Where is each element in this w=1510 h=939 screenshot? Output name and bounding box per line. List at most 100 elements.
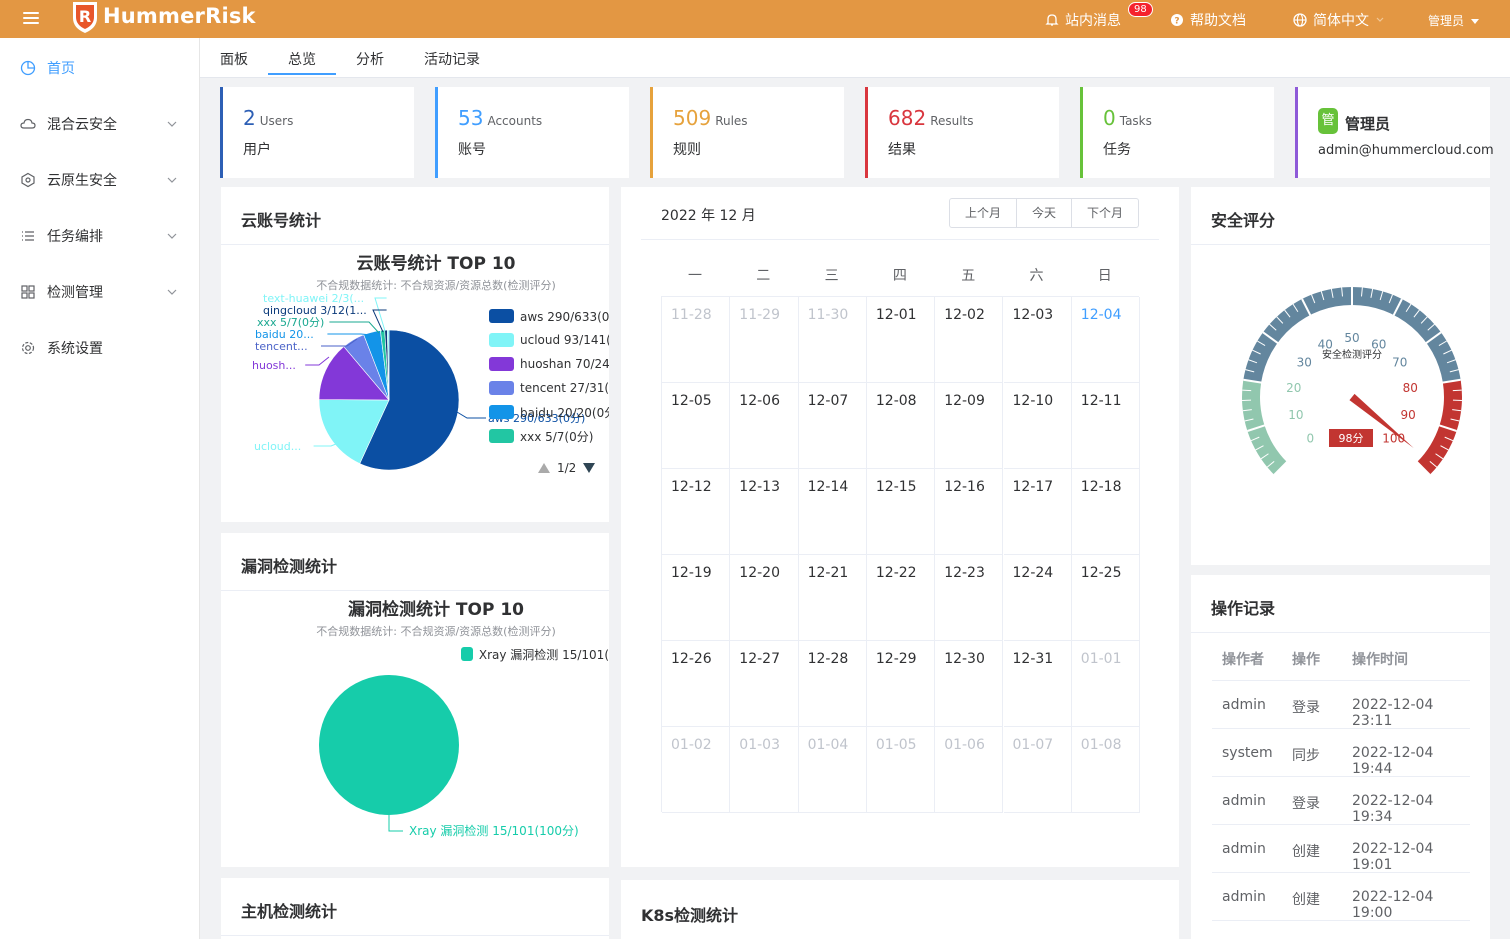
calendar-day[interactable]: 12-28 (798, 641, 867, 727)
calendar-day[interactable]: 12-05 (662, 383, 731, 469)
calendar-day[interactable]: 01-05 (866, 727, 936, 813)
stat-card-rules[interactable]: 509 Rules 规则 (650, 87, 844, 178)
calendar-day[interactable]: 12-26 (662, 641, 731, 727)
calendar-day[interactable]: 12-08 (866, 383, 936, 469)
calendar-day[interactable]: 12-10 (1003, 383, 1072, 469)
table-row: admin 登录 2022-12-04 23:11 (1212, 681, 1470, 729)
calendar-grid: 11-28 11-29 11-30 12-01 12-02 12-03 12-04 12-05… (661, 296, 1141, 813)
calendar-day[interactable]: 12-22 (866, 555, 936, 641)
calendar-day[interactable]: 12-16 (935, 469, 1004, 555)
sidebar-item-detection-management[interactable]: 检测管理 (0, 272, 199, 312)
calendar-day[interactable]: 12-31 (1003, 641, 1072, 727)
sidebar-item-hybrid-cloud[interactable]: 混合云安全 (0, 104, 199, 144)
stat-card-users[interactable]: 2 Users 用户 (220, 87, 414, 178)
chevron-down-icon (167, 121, 177, 127)
calendar-day[interactable]: 12-13 (730, 469, 799, 555)
calendar-day[interactable]: 12-24 (1003, 555, 1072, 641)
label-leader-line (388, 815, 403, 832)
legend-swatch (489, 405, 514, 419)
card-title: K8s检测统计 (641, 906, 739, 925)
chevron-down-icon (167, 177, 177, 183)
log-table-header: 操作者 操作 操作时间 (1212, 633, 1470, 681)
cloud-icon (20, 118, 36, 129)
calendar-day[interactable]: 11-29 (730, 297, 799, 383)
sidebar-item-label: 首页 (47, 61, 75, 77)
page-prev-icon[interactable] (537, 462, 551, 474)
user-menu[interactable]: 管理员 (1428, 12, 1480, 29)
cell-user: admin (1222, 793, 1266, 809)
legend-item[interactable]: huoshan 70/245 (489, 352, 609, 376)
calendar-day[interactable]: 12-11 (1071, 383, 1141, 469)
svg-text:R: R (79, 7, 91, 26)
calendar-day[interactable]: 12-23 (935, 555, 1004, 641)
table-row: system 同步 2022-12-04 19:44 (1212, 729, 1470, 777)
stat-card-results[interactable]: 682 Results 结果 (865, 87, 1059, 178)
today-button[interactable]: 今天 (1017, 199, 1073, 227)
messages-link[interactable]: 站内消息 (1045, 10, 1121, 30)
stat-card-accounts[interactable]: 53 Accounts 账号 (435, 87, 629, 178)
pie-chart-icon (20, 60, 36, 76)
help-link[interactable]: ? 帮助文档 (1170, 10, 1246, 30)
chevron-down-icon (1376, 17, 1384, 22)
calendar-day[interactable]: 12-27 (730, 641, 799, 727)
calendar-day[interactable]: 12-09 (935, 383, 1004, 469)
calendar-day[interactable]: 01-02 (662, 727, 731, 813)
tab-activity-log[interactable]: 活动记录 (424, 49, 480, 69)
tab-bar: 面板 总览 分析 活动记录 (200, 38, 1510, 78)
tab-overview[interactable]: 总览 (288, 49, 316, 69)
sidebar-item-home[interactable]: 首页 (0, 48, 199, 88)
calendar-day[interactable]: 12-20 (730, 555, 799, 641)
gauge-tick (1242, 389, 1252, 392)
column-header: 操作时间 (1352, 652, 1408, 668)
language-selector[interactable]: 简体中文 (1293, 10, 1385, 30)
calendar-day[interactable]: 01-01 (1071, 641, 1141, 727)
calendar-day[interactable]: 12-07 (798, 383, 867, 469)
calendar-day[interactable]: 11-28 (662, 297, 731, 383)
stat-label: 用户 (243, 142, 271, 158)
calendar-day[interactable]: 11-30 (798, 297, 867, 383)
sidebar-item-system-settings[interactable]: 系统设置 (0, 328, 199, 368)
calendar-day[interactable]: 12-19 (662, 555, 731, 641)
sidebar-item-label: 混合云安全 (47, 117, 117, 133)
calendar-day[interactable]: 12-12 (662, 469, 731, 555)
vuln-pie-chart: Xray 漏洞检测 15/101(100分) (319, 675, 579, 838)
legend-item[interactable]: qingcloud 3/12(1 (489, 448, 609, 452)
calendar-day[interactable]: 12-30 (935, 641, 1004, 727)
stat-unit: Users (259, 114, 294, 128)
weekday-header: 五 (961, 268, 976, 284)
calendar-day[interactable]: 12-14 (798, 469, 867, 555)
calendar-day[interactable]: 12-25 (1071, 555, 1141, 641)
legend-item[interactable]: tencent 27/31(0 (489, 376, 609, 400)
page-next-icon[interactable] (582, 462, 596, 474)
calendar-day[interactable]: 01-06 (935, 727, 1004, 813)
legend-item[interactable]: ucloud 93/141(8 (489, 328, 609, 352)
calendar-day[interactable]: 01-03 (730, 727, 799, 813)
calendar-day[interactable]: 12-17 (1003, 469, 1072, 555)
calendar-day[interactable]: 01-08 (1071, 727, 1141, 813)
calendar-day[interactable]: 12-01 (866, 297, 936, 383)
gauge-tick-label: 0 (1306, 432, 1314, 446)
calendar-day[interactable]: 12-18 (1071, 469, 1141, 555)
calendar-day-today[interactable]: 12-04 (1071, 297, 1141, 383)
calendar-day[interactable]: 12-15 (866, 469, 936, 555)
calendar-day[interactable]: 01-07 (1003, 727, 1072, 813)
menu-toggle-icon[interactable] (23, 12, 39, 26)
next-month-button[interactable]: 下个月 (1072, 199, 1138, 227)
tab-analysis[interactable]: 分析 (356, 49, 384, 69)
calendar-day[interactable]: 12-21 (798, 555, 867, 641)
calendar-day[interactable]: 12-29 (866, 641, 936, 727)
stat-card-tasks[interactable]: 0 Tasks 任务 (1080, 87, 1274, 178)
calendar-day[interactable]: 12-03 (1003, 297, 1072, 383)
sidebar-item-task-orchestration[interactable]: 任务编排 (0, 216, 199, 256)
prev-month-button[interactable]: 上个月 (950, 199, 1018, 227)
tab-dashboard[interactable]: 面板 (220, 49, 248, 69)
legend-item[interactable]: xxx 5/7(0分) (489, 424, 609, 448)
legend-item[interactable]: aws 290/633(0分 (489, 304, 609, 328)
calendar-day[interactable]: 12-06 (730, 383, 799, 469)
legend-item[interactable]: baidu 20/20(0分 (489, 400, 609, 424)
cell-op: 同步 (1292, 748, 1320, 764)
pie-label: Xray 漏洞检测 15/101(100分) (409, 823, 579, 838)
calendar-day[interactable]: 01-04 (798, 727, 867, 813)
sidebar-item-cloud-native[interactable]: 云原生安全 (0, 160, 199, 200)
calendar-day[interactable]: 12-02 (935, 297, 1004, 383)
